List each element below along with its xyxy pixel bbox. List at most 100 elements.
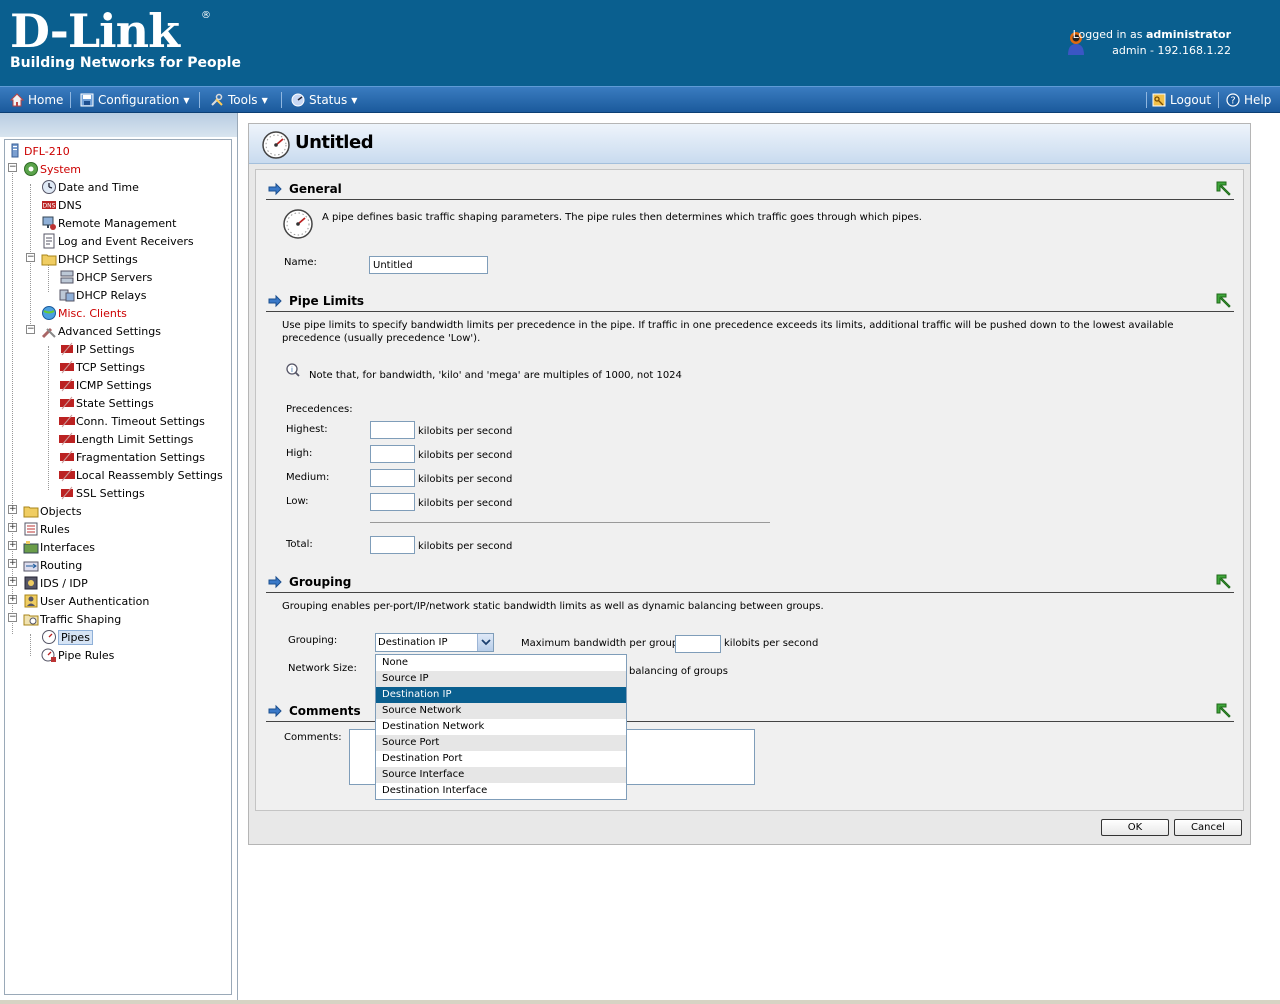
tree-item-date-time[interactable]: Date and Time: [41, 178, 139, 196]
section-arrow-icon: [268, 182, 282, 196]
max-bandwidth-label: Maximum bandwidth per group:: [521, 638, 682, 649]
grouping-option-source-port[interactable]: Source Port: [376, 735, 626, 751]
grouping-option-source-network[interactable]: Source Network: [376, 703, 626, 719]
grouping-option-destination-port[interactable]: Destination Port: [376, 751, 626, 767]
tree-item-pipe-rules[interactable]: Pipe Rules: [41, 646, 114, 664]
routing-icon: [23, 561, 39, 572]
total-unit: kilobits per second: [418, 541, 513, 552]
chevron-down-icon: ▼: [183, 95, 190, 105]
tree-item-user-authentication[interactable]: User Authentication: [23, 592, 149, 610]
expand-toggle[interactable]: +: [8, 523, 17, 532]
divider: [370, 522, 770, 523]
medium-input[interactable]: [370, 469, 415, 487]
menu-help[interactable]: ? Help: [1226, 87, 1271, 113]
max-bandwidth-unit: kilobits per second: [724, 638, 819, 649]
tree-item-system[interactable]: System: [23, 160, 81, 178]
low-input[interactable]: [370, 493, 415, 511]
menu-separator: [70, 92, 71, 108]
grouping-option-source-ip[interactable]: Source IP: [376, 671, 626, 687]
tree-item-conn-timeout-settings[interactable]: Conn. Timeout Settings: [59, 412, 205, 430]
folder-icon: [41, 254, 57, 266]
menu-logout[interactable]: Logout: [1152, 87, 1211, 113]
tree-item-dns[interactable]: DNS DNS: [41, 196, 82, 214]
collapse-toggle[interactable]: −: [8, 163, 17, 172]
tree-item-routing[interactable]: Routing: [23, 556, 82, 574]
tree-item-pipes[interactable]: Pipes: [41, 628, 93, 646]
menu-status[interactable]: Status ▼: [291, 87, 357, 113]
grouping-option-destination-ip[interactable]: Destination IP: [376, 687, 626, 703]
dropdown-button[interactable]: [477, 634, 493, 651]
tree-item-log-receivers[interactable]: Log and Event Receivers: [41, 232, 194, 250]
tree-item-traffic-shaping[interactable]: Traffic Shaping: [23, 610, 121, 628]
tree-item-dhcp-settings[interactable]: DHCP Settings: [41, 250, 138, 268]
comments-label: Comments:: [284, 732, 342, 743]
menu-home[interactable]: Home: [10, 87, 63, 113]
total-input[interactable]: [370, 536, 415, 554]
tree-item-objects[interactable]: Objects: [23, 502, 82, 520]
bandwidth-note: Note that, for bandwidth, 'kilo' and 'me…: [309, 370, 682, 381]
max-bandwidth-input[interactable]: [675, 635, 721, 653]
tree-item-remote-management[interactable]: Remote Management: [41, 214, 176, 232]
name-input[interactable]: [369, 256, 488, 274]
globe-icon: [42, 306, 56, 320]
help-icon: ?: [1226, 93, 1240, 107]
expand-toggle[interactable]: +: [8, 577, 17, 586]
collapse-arrow-icon[interactable]: [1216, 574, 1232, 590]
highest-input[interactable]: [370, 421, 415, 439]
expand-toggle[interactable]: +: [8, 595, 17, 604]
expand-toggle[interactable]: +: [8, 559, 17, 568]
collapse-toggle[interactable]: −: [26, 325, 35, 334]
timeout-settings-icon: [59, 414, 75, 428]
tree-item-local-reassembly-settings[interactable]: Local Reassembly Settings: [59, 466, 223, 484]
section-general: General: [266, 180, 1234, 200]
tree-item-icmp-settings[interactable]: ICMP Settings: [59, 376, 152, 394]
home-icon: [10, 93, 24, 107]
tree-item-advanced-settings[interactable]: Advanced Settings: [41, 322, 161, 340]
tree-item-ids-idp[interactable]: IDS / IDP: [23, 574, 88, 592]
tree-item-fragmentation-settings[interactable]: Fragmentation Settings: [59, 448, 205, 466]
content-panel: Untitled General A pipe defines basic tr…: [248, 123, 1251, 845]
menu-tools[interactable]: Tools ▼: [210, 87, 268, 113]
tree-item-dhcp-servers[interactable]: DHCP Servers: [59, 268, 152, 286]
grouping-option-destination-interface[interactable]: Destination Interface: [376, 783, 626, 799]
session-detail: admin - 192.168.1.22: [1112, 44, 1231, 57]
tree-label: Interfaces: [40, 540, 95, 554]
expand-toggle[interactable]: +: [8, 541, 17, 550]
collapse-toggle[interactable]: −: [8, 613, 17, 622]
expand-toggle[interactable]: +: [8, 505, 17, 514]
ids-icon: [24, 576, 38, 590]
gear-icon: [24, 162, 38, 176]
tree-label: ICMP Settings: [76, 378, 152, 392]
logged-in-prefix: Logged in as: [1072, 28, 1143, 41]
tree-label: DHCP Servers: [76, 270, 153, 284]
fragmentation-icon: [60, 450, 74, 464]
grouping-select[interactable]: Destination IP: [375, 633, 494, 652]
collapse-arrow-icon[interactable]: [1216, 703, 1232, 719]
tree-item-ip-settings[interactable]: IP Settings: [59, 340, 135, 358]
tree-item-dhcp-relays[interactable]: DHCP Relays: [59, 286, 147, 304]
tree-item-dfl-210[interactable]: DFL-210: [7, 142, 70, 160]
grouping-option-none[interactable]: None: [376, 655, 626, 671]
collapse-arrow-icon[interactable]: [1216, 181, 1232, 197]
tree-item-state-settings[interactable]: State Settings: [59, 394, 154, 412]
gauge-icon: [42, 630, 56, 644]
high-input[interactable]: [370, 445, 415, 463]
device-icon: [11, 143, 19, 158]
collapse-toggle[interactable]: −: [26, 253, 35, 262]
chevron-down-icon: ▼: [351, 95, 358, 105]
key-icon: [1152, 93, 1166, 107]
menu-configuration[interactable]: Configuration ▼: [80, 87, 190, 113]
tree-item-ssl-settings[interactable]: SSL Settings: [59, 484, 145, 502]
tree-item-tcp-settings[interactable]: TCP Settings: [59, 358, 145, 376]
grouping-option-destination-network[interactable]: Destination Network: [376, 719, 626, 735]
cancel-button[interactable]: Cancel: [1174, 819, 1242, 836]
grouping-option-source-interface[interactable]: Source Interface: [376, 767, 626, 783]
tree-item-interfaces[interactable]: Interfaces: [23, 538, 95, 556]
tree-item-length-limit-settings[interactable]: Length Limit Settings: [59, 430, 193, 448]
chevron-down-icon: [481, 639, 491, 646]
ok-button[interactable]: OK: [1101, 819, 1169, 836]
tree-item-rules[interactable]: Rules: [23, 520, 70, 538]
collapse-arrow-icon[interactable]: [1216, 293, 1232, 309]
tree-label: Objects: [40, 504, 82, 518]
tree-item-misc-clients[interactable]: Misc. Clients: [41, 304, 127, 322]
